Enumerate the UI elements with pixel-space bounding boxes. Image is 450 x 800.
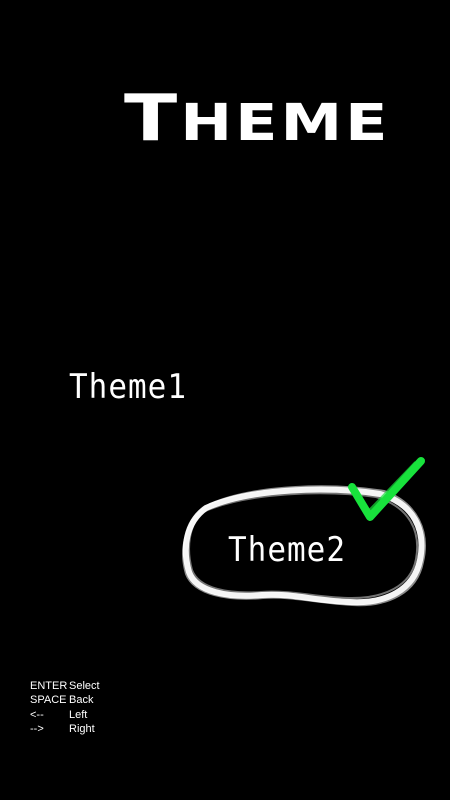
control-action-select: Select: [69, 680, 100, 692]
control-key-right: -->: [30, 722, 44, 735]
screen-title: THEME: [124, 82, 434, 156]
control-key-left: <--: [30, 708, 44, 721]
control-action-right: Right: [69, 722, 95, 735]
theme-option-2[interactable]: Theme2: [228, 530, 346, 570]
controls-legend: ENTER Select SPACE Back <-- Left --> Rig…: [30, 679, 100, 736]
theme-option-1[interactable]: Theme1: [69, 367, 187, 407]
control-key-enter: ENTER: [30, 680, 68, 692]
control-action-left: Left: [69, 708, 88, 721]
control-row-enter: ENTER Select: [30, 679, 100, 693]
title-initial: T: [124, 82, 181, 156]
green-checkmark-icon: [348, 457, 425, 521]
control-action-back: Back: [69, 694, 94, 707]
title-rest: HEME: [180, 92, 391, 153]
control-row-space: SPACE Back: [30, 693, 100, 707]
theme-select-screen: THEME Theme1 Theme2 ENTER Select SPACE B…: [0, 0, 450, 800]
control-row-left: <-- Left: [30, 708, 100, 722]
control-row-right: --> Right: [30, 722, 100, 736]
control-key-space: SPACE: [30, 694, 67, 707]
